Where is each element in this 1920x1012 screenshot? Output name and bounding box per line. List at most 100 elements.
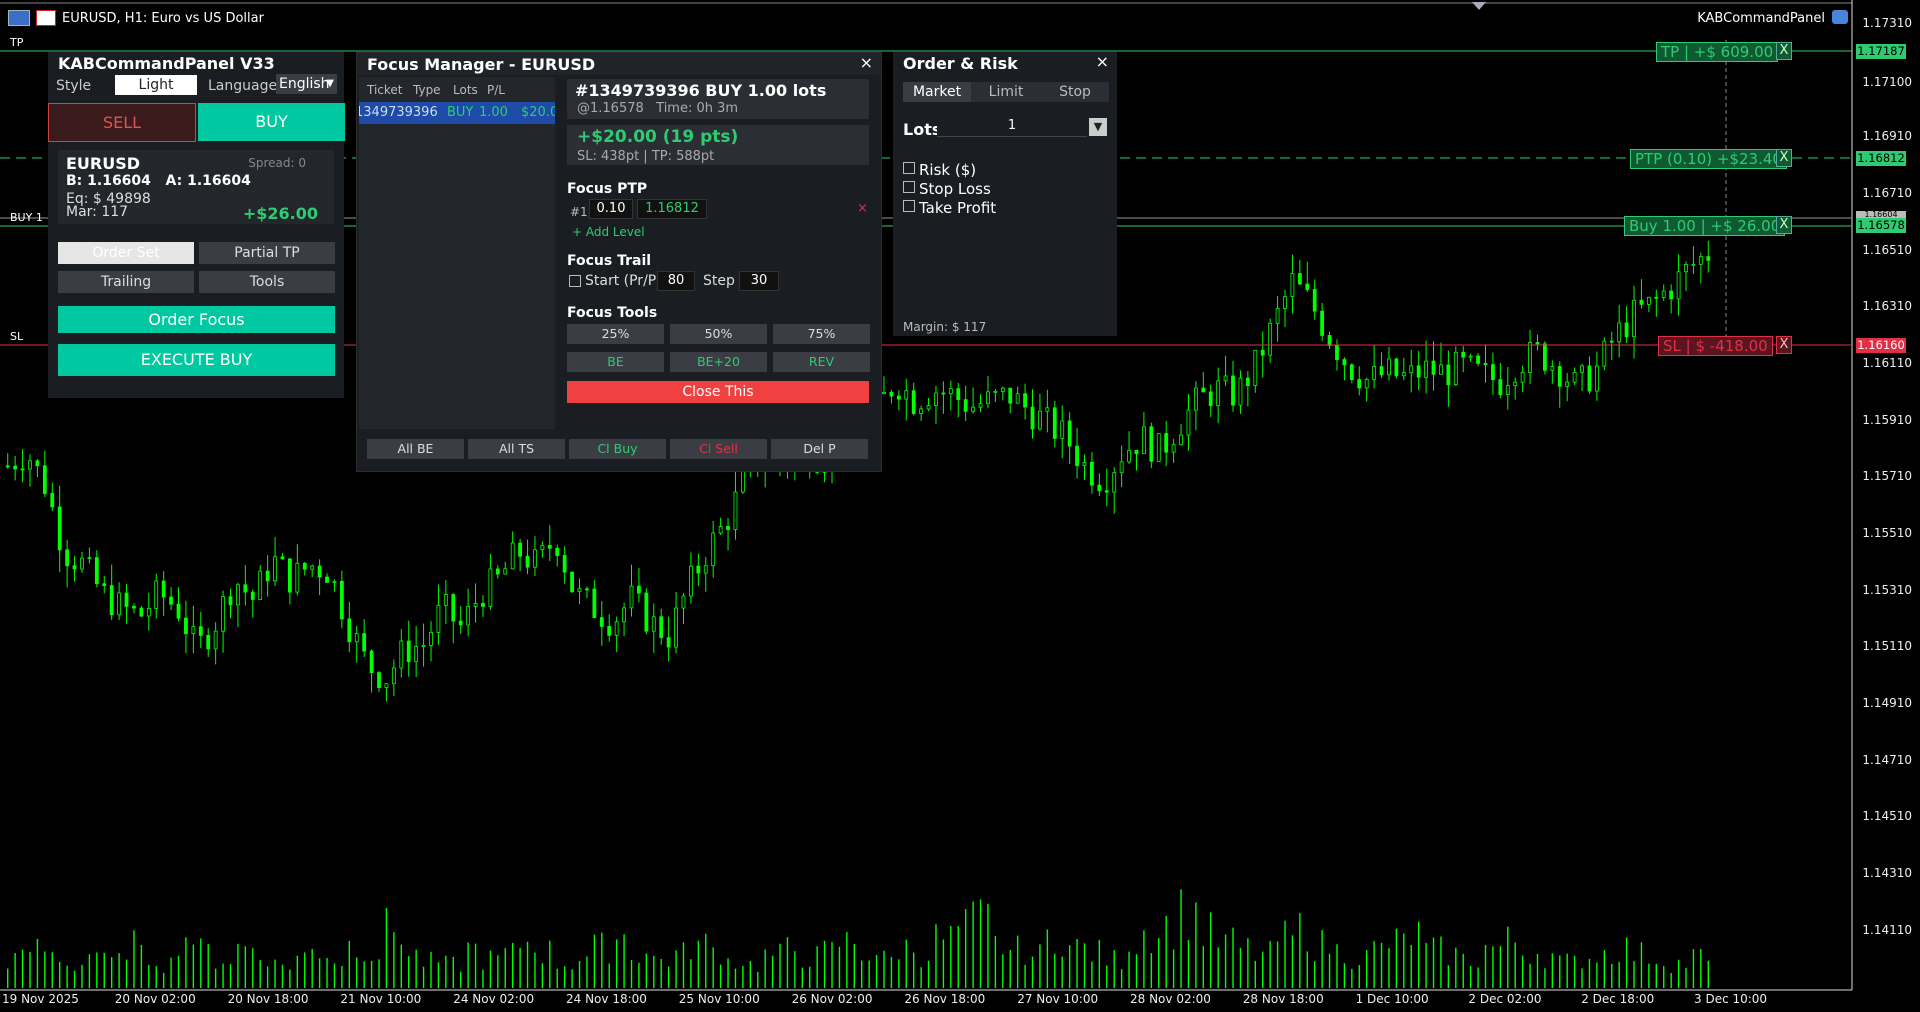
candle-body xyxy=(1052,407,1057,439)
candle-body xyxy=(1179,434,1183,446)
style-toggle[interactable]: Light xyxy=(115,75,197,95)
risk-checkbox[interactable] xyxy=(903,162,915,174)
candle-body xyxy=(488,568,493,607)
sl-line-label[interactable]: SL | $ -418.00 xyxy=(1658,336,1773,356)
delete-pending-button[interactable]: Del P xyxy=(771,439,868,459)
candle-body xyxy=(503,568,508,575)
be-button[interactable]: BE xyxy=(567,352,664,372)
candle-body xyxy=(184,617,188,635)
candle-body xyxy=(1104,490,1109,493)
trail-step-input[interactable]: 30 xyxy=(739,271,779,291)
order-focus-button[interactable]: Order Focus xyxy=(58,306,335,333)
candle-body xyxy=(154,580,159,609)
add-level-link[interactable]: + Add Level xyxy=(572,225,645,239)
time-tick: 21 Nov 10:00 xyxy=(340,992,422,1006)
trail-checkbox[interactable] xyxy=(569,275,581,287)
candle-body xyxy=(1075,445,1079,466)
focus-manager-close-icon[interactable]: × xyxy=(860,53,873,72)
order-type-stop[interactable]: Stop xyxy=(1041,82,1109,102)
buy-line-label[interactable]: Buy 1.00 | +$ 26.00 xyxy=(1624,216,1786,236)
time-tick: 20 Nov 18:00 xyxy=(227,992,309,1006)
lots-dropdown-icon[interactable]: ▼ xyxy=(1089,118,1107,136)
ptp-price-input[interactable]: 1.16812 xyxy=(637,199,707,219)
candle-body xyxy=(80,557,84,570)
ptp-remove-icon[interactable]: × xyxy=(857,201,868,216)
candle-body xyxy=(740,471,745,493)
ptp-close-button[interactable]: X xyxy=(1776,149,1792,167)
tab-tools[interactable]: Tools xyxy=(199,271,335,293)
order-risk-title: Order & Risk xyxy=(903,54,1018,73)
candle-body xyxy=(1453,351,1458,386)
close-buy-button[interactable]: Cl Buy xyxy=(569,439,666,459)
candle-body xyxy=(87,557,92,560)
price-tick: 1.16310 xyxy=(1862,299,1912,314)
focus-tools-title: Focus Tools xyxy=(567,305,658,321)
candle-body xyxy=(1156,433,1161,462)
lots-input[interactable]: 1 xyxy=(937,116,1087,137)
tp-line-label[interactable]: TP | +$ 609.00 xyxy=(1656,42,1779,62)
all-be-button[interactable]: All BE xyxy=(367,439,464,459)
candle-body xyxy=(1305,283,1310,290)
take-profit-checkbox[interactable] xyxy=(903,200,915,212)
order-type-limit[interactable]: Limit xyxy=(973,82,1039,102)
rev-button[interactable]: REV xyxy=(773,352,870,372)
ptp-lots-input[interactable]: 0.10 xyxy=(589,199,633,219)
candle-body xyxy=(28,460,32,470)
candle-body xyxy=(733,491,738,530)
candle-body xyxy=(1565,381,1570,387)
candle-body xyxy=(547,544,552,549)
candle-body xyxy=(577,588,582,593)
candle-body xyxy=(206,635,211,650)
close-50-button[interactable]: 50% xyxy=(670,324,767,344)
chart-window-icon[interactable] xyxy=(8,10,30,26)
sell-button[interactable]: SELL xyxy=(48,103,196,142)
candle-body xyxy=(406,640,411,663)
candle-body xyxy=(1394,358,1399,377)
ptp-line-label[interactable]: PTP (0.10) +$23.40 xyxy=(1630,149,1787,169)
chart-shift-marker-icon[interactable] xyxy=(1472,2,1486,10)
position-row[interactable]: 1349739396 BUY 1.00 $20.0 xyxy=(359,102,555,124)
order-risk-close-icon[interactable]: × xyxy=(1096,52,1109,71)
buy-button[interactable]: BUY xyxy=(198,103,345,141)
candle-body xyxy=(1260,349,1265,356)
candle-body xyxy=(1283,296,1287,309)
kab-panel-title: KABCommandPanel V33 xyxy=(58,54,275,73)
candle-body xyxy=(20,468,25,471)
close-75-button[interactable]: 75% xyxy=(773,324,870,344)
tab-partial-tp[interactable]: Partial TP xyxy=(199,242,335,264)
symbol-info-card: EURUSD Spread: 0 B: 1.16604 A: 1.16604 E… xyxy=(58,150,334,224)
candle-body xyxy=(540,544,545,551)
candle-body xyxy=(1431,360,1436,375)
sl-close-button[interactable]: X xyxy=(1776,336,1792,354)
lots-label: Lots xyxy=(903,120,942,139)
order-type-market[interactable]: Market xyxy=(903,82,971,102)
tp-close-button[interactable]: X xyxy=(1776,42,1792,60)
tab-trailing[interactable]: Trailing xyxy=(58,271,194,293)
execute-buy-button[interactable]: EXECUTE BUY xyxy=(58,344,335,376)
sl-side-label: SL xyxy=(10,330,24,343)
candle-body xyxy=(414,646,419,663)
tab-order-set[interactable]: Order Set xyxy=(58,242,194,264)
language-select[interactable]: English ▼ xyxy=(276,74,337,94)
candle-body xyxy=(117,592,122,616)
candle-body xyxy=(466,605,471,626)
close-sell-button[interactable]: Cl Sell xyxy=(670,439,767,459)
candle-body xyxy=(250,591,255,600)
chart-type-icon[interactable] xyxy=(36,10,56,26)
candle-body xyxy=(139,607,144,617)
close-25-button[interactable]: 25% xyxy=(567,324,664,344)
candle-body xyxy=(451,594,456,622)
candle-body xyxy=(362,633,367,652)
candle-body xyxy=(674,607,678,648)
close-this-button[interactable]: Close This xyxy=(567,381,869,403)
all-ts-button[interactable]: All TS xyxy=(468,439,565,459)
candle-body xyxy=(1372,366,1377,380)
time-tick: 24 Nov 02:00 xyxy=(453,992,535,1006)
language-value: English xyxy=(279,76,330,92)
be20-button[interactable]: BE+20 xyxy=(670,352,767,372)
buy-close-button[interactable]: X xyxy=(1776,216,1792,234)
candle-body xyxy=(1439,364,1443,375)
candle-body xyxy=(50,493,55,508)
trail-start-input[interactable]: 80 xyxy=(657,271,695,291)
stop-loss-checkbox[interactable] xyxy=(903,181,915,193)
